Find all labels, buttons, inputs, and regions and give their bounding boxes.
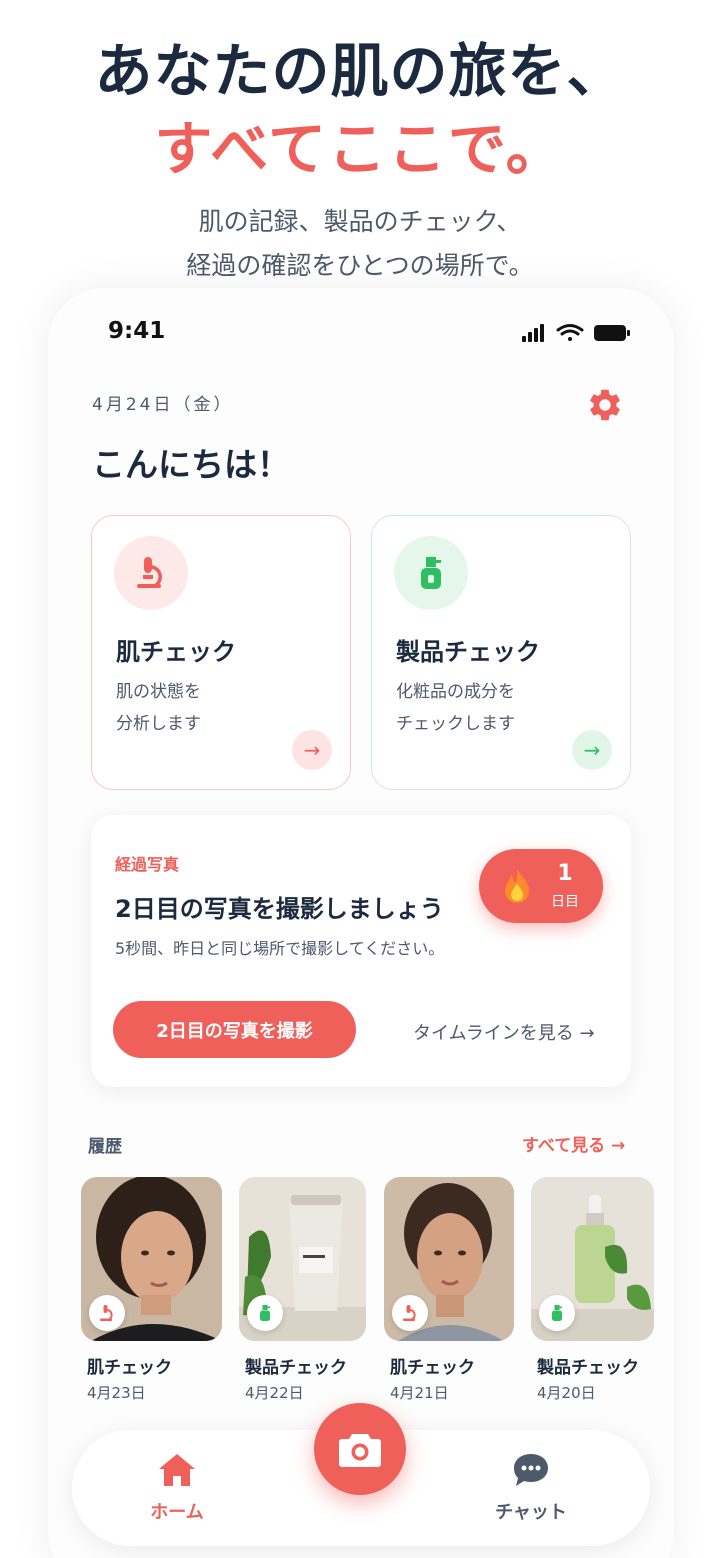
nav-chat-label: チャット — [495, 1502, 567, 1523]
hero-subtitle-line2: 経過の確認をひとつの場所で。 — [186, 251, 534, 280]
hero-title: あなたの肌の旅を、 — [94, 37, 626, 105]
history-label: 履歴 — [88, 1137, 122, 1157]
take-photo-button[interactable]: 2日目の写真を撮影 — [113, 1001, 356, 1058]
product-check-desc-line2: チェックします — [396, 714, 515, 734]
bottle-icon — [539, 1295, 575, 1331]
status-time: 9:41 — [108, 318, 166, 344]
streak-count: 1 — [557, 861, 573, 886]
hero-subtitle-line1: 肌の記録、製品のチェック、 — [198, 207, 522, 236]
battery-icon — [594, 325, 630, 341]
camera-icon — [339, 1434, 381, 1467]
signal-icon — [522, 324, 544, 342]
wifi-icon — [556, 324, 584, 341]
history-thumbnail-product — [239, 1177, 366, 1341]
progress-label: 経過写真 — [115, 855, 180, 874]
history-item[interactable]: 肌チェック 4月21日 — [384, 1177, 514, 1402]
skin-check-desc-line2: 分析します — [116, 714, 201, 734]
history-thumbnail-face — [81, 1177, 222, 1341]
microscope-icon — [89, 1295, 125, 1331]
nav-home[interactable]: ホーム — [132, 1452, 222, 1524]
see-all-link[interactable]: すべて見る → — [522, 1131, 625, 1156]
streak-unit: 日目 — [551, 894, 579, 910]
history-item-date: 4月23日 — [87, 1384, 146, 1402]
history-item-title: 製品チェック — [245, 1358, 347, 1378]
history-item[interactable]: 肌チェック 4月23日 — [81, 1177, 222, 1402]
flame-icon — [505, 869, 529, 903]
skin-check-title: 肌チェック — [116, 638, 236, 666]
history-item[interactable]: 製品チェック 4月20日 — [531, 1177, 654, 1402]
skin-check-card[interactable]: 肌チェック 肌の状態を 分析します → — [91, 515, 351, 790]
product-check-card[interactable]: 製品チェック 化粧品の成分を チェックします → — [371, 515, 631, 790]
nav-home-label: ホーム — [150, 1502, 204, 1523]
progress-photo-card: 経過写真 2日目の写真を撮影しましょう 5秒間、昨日と同じ場所で撮影してください… — [91, 815, 631, 1087]
progress-title: 2日目の写真を撮影しましょう — [115, 895, 444, 923]
gear-icon[interactable] — [586, 386, 624, 424]
hero-accent: すべてここで。 — [154, 115, 566, 183]
microscope-icon — [114, 536, 188, 610]
timeline-link[interactable]: タイムラインを見る → — [413, 1019, 595, 1045]
arrow-right-icon[interactable]: → — [572, 730, 612, 770]
history-item-date: 4月20日 — [537, 1384, 596, 1402]
product-check-desc: 化粧品の成分を チェックします — [396, 676, 596, 740]
history-item-title: 製品チェック — [537, 1358, 639, 1378]
chat-icon — [514, 1454, 548, 1486]
bottle-icon — [394, 536, 468, 610]
greeting: こんにちは！ — [92, 445, 290, 484]
status-icons — [522, 324, 630, 342]
product-check-desc-line1: 化粧品の成分を — [396, 682, 515, 702]
camera-button[interactable] — [314, 1403, 406, 1495]
history-item[interactable]: 製品チェック 4月22日 — [239, 1177, 366, 1402]
history-item-date: 4月21日 — [390, 1384, 449, 1402]
nav-chat[interactable]: チャット — [486, 1452, 576, 1524]
bottle-icon — [247, 1295, 283, 1331]
history-thumbnail-product — [531, 1177, 654, 1341]
history-item-title: 肌チェック — [87, 1358, 172, 1378]
streak-badge: 1 日目 — [479, 849, 603, 923]
history-item-date: 4月22日 — [245, 1384, 304, 1402]
product-check-title: 製品チェック — [396, 638, 540, 666]
home-icon — [159, 1454, 195, 1486]
hero-subtitle: 肌の記録、製品のチェック、 経過の確認をひとつの場所で。 — [0, 200, 720, 288]
progress-note: 5秒間、昨日と同じ場所で撮影してください。 — [115, 939, 445, 958]
arrow-right-icon[interactable]: → — [292, 730, 332, 770]
skin-check-desc: 肌の状態を 分析します — [116, 676, 316, 740]
history-item-title: 肌チェック — [390, 1358, 475, 1378]
date-label: 4月24日（金） — [92, 395, 234, 415]
microscope-icon — [392, 1295, 428, 1331]
history-thumbnail-face — [384, 1177, 514, 1341]
skin-check-desc-line1: 肌の状態を — [116, 682, 201, 702]
